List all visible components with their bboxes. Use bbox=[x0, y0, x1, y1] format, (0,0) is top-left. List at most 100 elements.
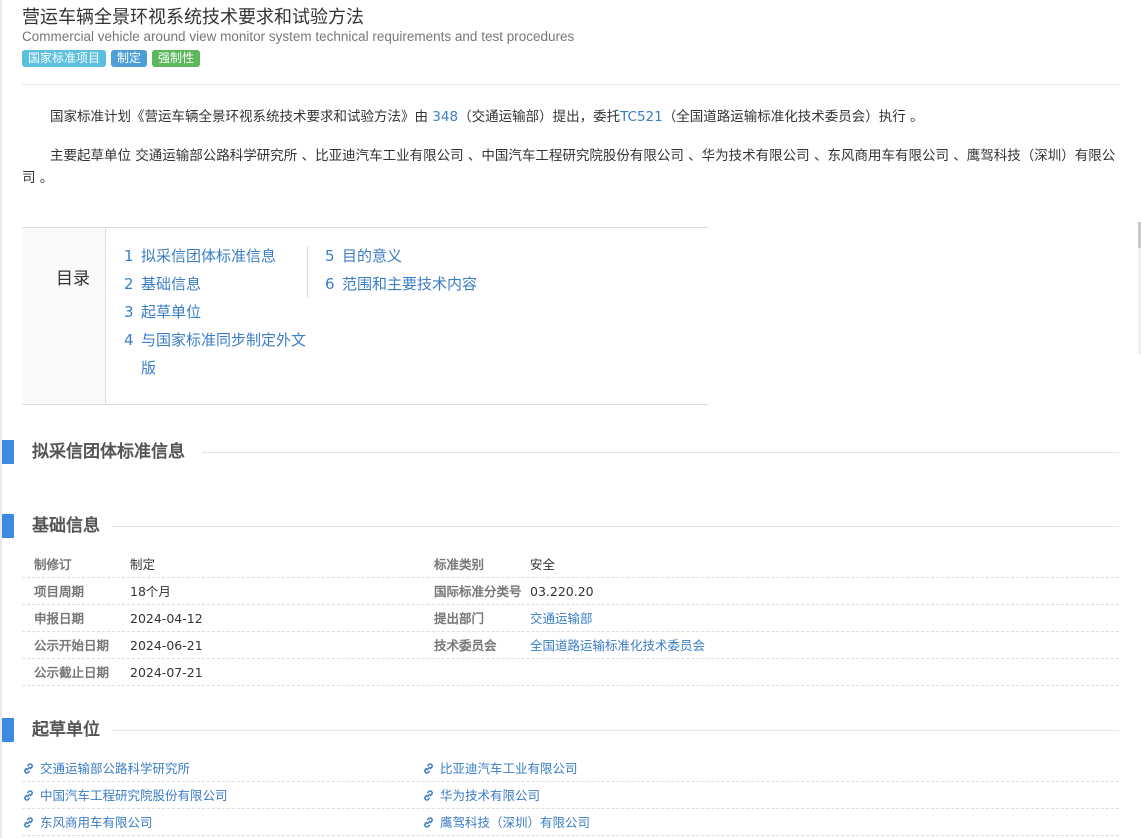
link-icon bbox=[24, 817, 33, 828]
info-label: 制修订 bbox=[34, 557, 72, 572]
info-value: 2024-07-21 bbox=[130, 665, 203, 680]
drafting-unit-link[interactable]: 中国汽车工程研究院股份有限公司 bbox=[22, 783, 422, 808]
info-label: 申报日期 bbox=[34, 611, 85, 626]
toc-item-number: 4 bbox=[124, 331, 134, 349]
badge-group: 国家标准项目 制定 强制性 bbox=[22, 50, 201, 67]
link-icon bbox=[24, 763, 33, 774]
section-title: 基础信息 bbox=[32, 516, 100, 536]
info-value: 03.220.20 bbox=[530, 584, 594, 599]
section-title: 拟采信团体标准信息 bbox=[32, 442, 185, 462]
toc-column-2: 5 目的意义 6 范围和主要技术内容 bbox=[325, 242, 525, 298]
info-label bbox=[422, 660, 530, 685]
link-icon bbox=[424, 763, 433, 774]
toc-column-divider bbox=[307, 246, 308, 298]
toc-item-2[interactable]: 2 基础信息 bbox=[124, 270, 306, 298]
toc-item-1[interactable]: 1 拟采信团体标准信息 bbox=[124, 242, 306, 270]
section-accent-bar bbox=[2, 718, 14, 742]
toc-item-label: 目的意义 bbox=[342, 247, 403, 265]
drafting-unit-link[interactable]: 比亚迪汽车工业有限公司 bbox=[422, 756, 822, 781]
section-header-basic-info: 基础信息 bbox=[2, 513, 1119, 539]
info-value: 安全 bbox=[530, 557, 556, 572]
link-icon bbox=[424, 790, 433, 801]
toc-label-box: 目录 bbox=[22, 228, 106, 404]
drafting-units-description: 主要起草单位 交通运输部公路科学研究所 、比亚迪汽车工业有限公司 、中国汽车工程… bbox=[22, 148, 1116, 186]
toc-column-1: 1 拟采信团体标准信息 2 基础信息 3 起草单位 4 与国家标准同步制定外文版 bbox=[124, 242, 306, 382]
info-label: 标准类别 bbox=[434, 557, 485, 572]
info-value: 制定 bbox=[130, 557, 156, 572]
badge-mandatory: 强制性 bbox=[152, 50, 201, 67]
info-value: 2024-04-12 bbox=[130, 611, 203, 626]
toc-item-number: 1 bbox=[124, 247, 134, 265]
info-label: 技术委员会 bbox=[434, 638, 497, 653]
list-row: 中国汽车工程研究院股份有限公司 华为技术有限公司 bbox=[22, 783, 1119, 809]
link-icon bbox=[24, 790, 33, 801]
info-label: 提出部门 bbox=[434, 611, 485, 626]
page-title: 营运车辆全景环视系统技术要求和试验方法 bbox=[22, 7, 364, 28]
list-row: 交通运输部公路科学研究所 比亚迪汽车工业有限公司 bbox=[22, 756, 1119, 782]
badge-national-standard: 国家标准项目 bbox=[22, 50, 107, 67]
toc-item-label: 与国家标准同步制定外文版 bbox=[141, 331, 307, 377]
drafting-units-list: 交通运输部公路科学研究所 比亚迪汽车工业有限公司 中国汽车工程研究院股份有限公司… bbox=[22, 756, 1119, 837]
section-accent-bar bbox=[2, 514, 14, 538]
section-title: 起草单位 bbox=[32, 720, 100, 740]
table-of-contents: 目录 1 拟采信团体标准信息 2 基础信息 3 起草单位 4 与国家标准同步制定外文版 … bbox=[22, 227, 708, 405]
page-left-border bbox=[0, 0, 2, 838]
page-subtitle: Commercial vehicle around view monitor s… bbox=[22, 29, 575, 44]
drafting-unit-name: 中国汽车工程研究院股份有限公司 bbox=[40, 788, 228, 803]
toc-item-label: 起草单位 bbox=[141, 303, 202, 321]
section-accent-bar bbox=[2, 440, 14, 464]
toc-body: 1 拟采信团体标准信息 2 基础信息 3 起草单位 4 与国家标准同步制定外文版 5 目的… bbox=[106, 228, 708, 404]
section-header-group-standard: 拟采信团体标准信息 bbox=[2, 439, 1119, 465]
toc-label: 目录 bbox=[56, 269, 90, 289]
toc-item-number: 5 bbox=[325, 247, 335, 265]
drafting-unit-name: 华为技术有限公司 bbox=[440, 788, 541, 803]
drafting-unit-link[interactable]: 华为技术有限公司 bbox=[422, 783, 822, 808]
header-divider bbox=[22, 84, 1119, 85]
info-label: 公示开始日期 bbox=[34, 638, 110, 653]
section-divider bbox=[112, 526, 1119, 527]
toc-item-label: 基础信息 bbox=[141, 275, 202, 293]
drafting-unit-link[interactable]: 东风商用车有限公司 bbox=[22, 810, 422, 835]
table-row: 项目周期 18个月 国际标准分类号 03.220.20 bbox=[22, 579, 1119, 605]
badge-formulate: 制定 bbox=[111, 50, 148, 67]
section-divider bbox=[112, 730, 1119, 731]
technical-committee-link[interactable]: 全国道路运输标准化技术委员会 bbox=[530, 633, 1119, 658]
toc-item-4[interactable]: 4 与国家标准同步制定外文版 bbox=[124, 326, 306, 382]
plan-text-prefix: 国家标准计划《营运车辆全景环视系统技术要求和试验方法》由 bbox=[50, 109, 433, 125]
drafting-unit-name: 鹰驾科技（深圳）有限公司 bbox=[440, 815, 591, 830]
drafting-unit-link[interactable]: 交通运输部公路科学研究所 bbox=[22, 756, 422, 781]
toc-item-number: 2 bbox=[124, 275, 134, 293]
info-value: 2024-06-21 bbox=[130, 638, 203, 653]
section-divider bbox=[202, 452, 1119, 453]
list-row: 东风商用车有限公司 鹰驾科技（深圳）有限公司 bbox=[22, 810, 1119, 836]
plan-text-suffix: （全国道路运输标准化技术委员会）执行 。 bbox=[662, 109, 924, 125]
info-label: 项目周期 bbox=[34, 584, 85, 599]
info-label: 国际标准分类号 bbox=[434, 584, 522, 599]
table-row: 申报日期 2024-04-12 提出部门 交通运输部 bbox=[22, 606, 1119, 632]
plan-description: 国家标准计划《营运车辆全景环视系统技术要求和试验方法》由 348（交通运输部）提… bbox=[22, 106, 1119, 128]
toc-item-3[interactable]: 3 起草单位 bbox=[124, 298, 306, 326]
drafting-unit-name: 比亚迪汽车工业有限公司 bbox=[440, 761, 578, 776]
dept-code-link[interactable]: 348 bbox=[432, 109, 458, 125]
section-header-drafting-units: 起草单位 bbox=[2, 717, 1119, 743]
drafting-unit-name: 东风商用车有限公司 bbox=[40, 815, 153, 830]
drafting-unit-name: 交通运输部公路科学研究所 bbox=[40, 761, 191, 776]
link-icon bbox=[424, 817, 433, 828]
basic-info-table: 制修订 制定 标准类别 安全 项目周期 18个月 国际标准分类号 03.220.… bbox=[22, 552, 1119, 687]
info-label: 公示截止日期 bbox=[34, 665, 110, 680]
toc-item-5[interactable]: 5 目的意义 bbox=[325, 242, 525, 270]
toc-item-number: 3 bbox=[124, 303, 134, 321]
table-row: 公示开始日期 2024-06-21 技术委员会 全国道路运输标准化技术委员会 bbox=[22, 633, 1119, 659]
tc-code-link[interactable]: TC521 bbox=[620, 109, 663, 125]
plan-text-middle: （交通运输部）提出，委托 bbox=[458, 109, 621, 125]
toc-item-number: 6 bbox=[325, 275, 335, 293]
toc-item-label: 拟采信团体标准信息 bbox=[141, 247, 277, 265]
table-row: 制修订 制定 标准类别 安全 bbox=[22, 552, 1119, 578]
info-value: 18个月 bbox=[130, 584, 171, 599]
drafting-unit-link[interactable]: 鹰驾科技（深圳）有限公司 bbox=[422, 810, 822, 835]
proposing-dept-link[interactable]: 交通运输部 bbox=[530, 606, 1119, 631]
toc-item-label: 范围和主要技术内容 bbox=[342, 275, 478, 293]
info-value bbox=[530, 660, 1119, 685]
table-row: 公示截止日期 2024-07-21 bbox=[22, 660, 1119, 686]
toc-item-6[interactable]: 6 范围和主要技术内容 bbox=[325, 270, 525, 298]
